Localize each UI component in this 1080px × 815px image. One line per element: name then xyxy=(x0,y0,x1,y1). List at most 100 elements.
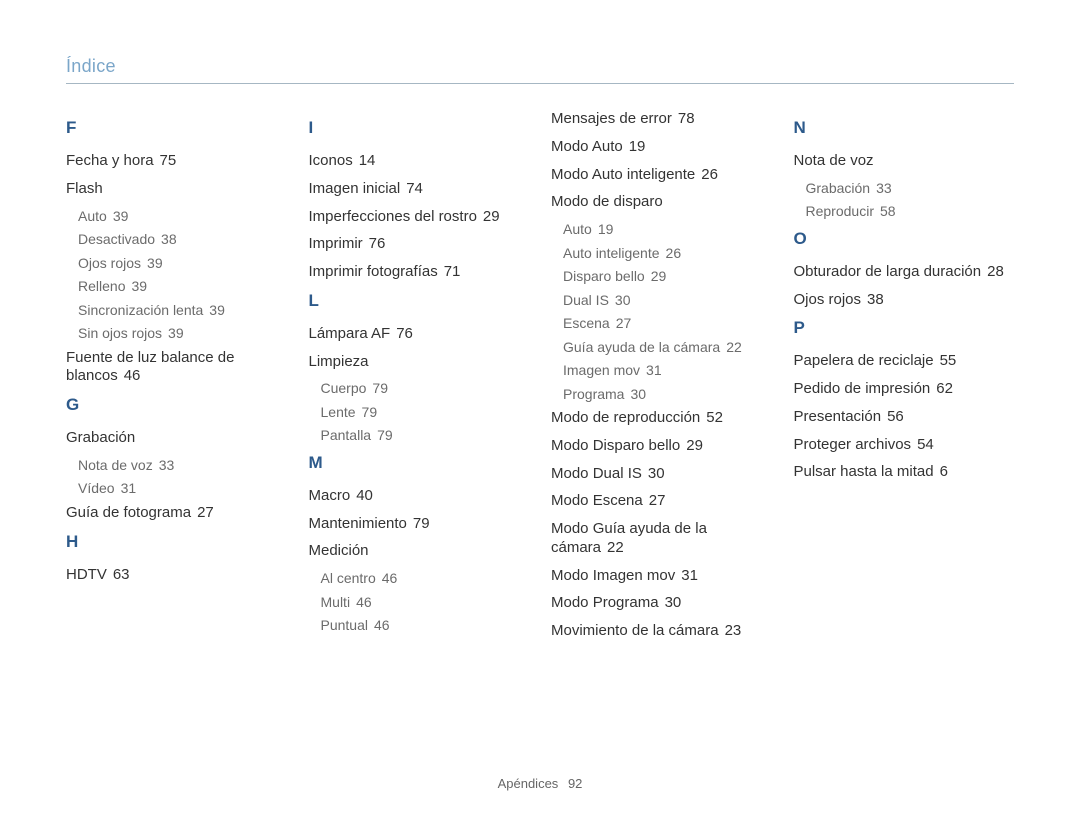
index-entry: Papelera de reciclaje55 xyxy=(794,352,1015,371)
index-subentry: Sin ojos rojos39 xyxy=(78,325,287,343)
index-subentry: Puntual46 xyxy=(321,617,530,635)
subentry-page: 58 xyxy=(880,203,896,219)
section-letter: H xyxy=(66,532,287,552)
title-rule xyxy=(66,83,1014,84)
section-letter: N xyxy=(794,118,1015,138)
entry-page: 29 xyxy=(686,437,703,454)
entry-label: Guía de fotograma xyxy=(66,504,191,521)
index-entry: Lámpara AF 76 xyxy=(309,325,530,344)
subentry-label: Desactivado xyxy=(78,231,155,247)
entry-label: Modo Programa xyxy=(551,594,659,611)
section-letter: F xyxy=(66,118,287,138)
entry-label: Modo Dual IS xyxy=(551,465,642,482)
subentry-page: 46 xyxy=(374,617,390,633)
entry-label: Lámpara AF xyxy=(309,325,391,342)
entry-page: 28 xyxy=(987,263,1004,280)
entry-page: 26 xyxy=(701,166,718,183)
index-subentry: Relleno39 xyxy=(78,278,287,296)
entry-page: 31 xyxy=(681,567,698,584)
entry-page: 78 xyxy=(678,110,695,127)
subentry-page: 39 xyxy=(147,255,163,271)
index-subentry: Disparo bello 29 xyxy=(563,268,772,286)
subentry-page: 31 xyxy=(121,480,137,496)
subentry-page: 46 xyxy=(382,570,398,586)
entry-label: Grabación xyxy=(66,429,135,446)
index-subentry: Programa30 xyxy=(563,386,772,404)
index-entry: Modo Imagen mov31 xyxy=(551,567,772,586)
subentry-page: 79 xyxy=(372,380,388,396)
subentry-page: 39 xyxy=(113,208,129,224)
entry-label: Fecha y hora xyxy=(66,152,154,169)
index-subentry: Lente79 xyxy=(321,404,530,422)
page-title: Índice xyxy=(66,56,1014,83)
entry-label: Obturador de larga duración xyxy=(794,263,982,280)
index-entry: Macro40 xyxy=(309,487,530,506)
entry-page: 30 xyxy=(665,594,682,611)
footer-page: 92 xyxy=(568,776,582,791)
section-letter: P xyxy=(794,318,1015,338)
entry-label: Modo Auto inteligente xyxy=(551,166,695,183)
entry-page: 29 xyxy=(483,208,500,225)
subentry-label: Reproducir xyxy=(806,203,874,219)
subentry-label: Disparo bello xyxy=(563,268,645,284)
index-column: FFecha y hora75FlashAuto39Desactivado38O… xyxy=(66,110,287,650)
section-letter: M xyxy=(309,453,530,473)
entry-page: 76 xyxy=(396,325,413,342)
entry-page: 71 xyxy=(444,263,461,280)
entry-label: HDTV xyxy=(66,566,107,583)
subentry-label: Cuerpo xyxy=(321,380,367,396)
index-subentry: Imagen mov31 xyxy=(563,362,772,380)
subentry-page: 30 xyxy=(615,292,631,308)
index-entry: Modo Escena27 xyxy=(551,492,772,511)
subentry-page: 79 xyxy=(377,427,393,443)
subentry-page: 33 xyxy=(159,457,175,473)
index-entry: Mensajes de error78 xyxy=(551,110,772,129)
entry-label: Imagen inicial xyxy=(309,180,401,197)
subentry-label: Grabación xyxy=(806,180,871,196)
entry-label: Papelera de reciclaje xyxy=(794,352,934,369)
entry-page: 62 xyxy=(936,380,953,397)
section-letter: L xyxy=(309,291,530,311)
index-subentry: Cuerpo 79 xyxy=(321,380,530,398)
entry-page: 19 xyxy=(629,138,646,155)
index-column: Mensajes de error78Modo Auto19Modo Auto … xyxy=(551,110,772,650)
entry-label: Imprimir fotografías xyxy=(309,263,438,280)
index-entry: HDTV 63 xyxy=(66,566,287,585)
subentry-page: 38 xyxy=(161,231,177,247)
subentry-page: 39 xyxy=(168,325,184,341)
index-subentry: Al centro46 xyxy=(321,570,530,588)
index-entry: Pedido de impresión62 xyxy=(794,380,1015,399)
subentry-page: 46 xyxy=(356,594,372,610)
subentry-label: Nota de voz xyxy=(78,457,153,473)
entry-page: 63 xyxy=(113,566,130,583)
subentry-page: 39 xyxy=(209,302,225,318)
index-entry: Obturador de larga duración 28 xyxy=(794,263,1015,282)
section-letter: O xyxy=(794,229,1015,249)
index-entry: Modo Dual IS30 xyxy=(551,465,772,484)
subentry-page: 19 xyxy=(598,221,614,237)
subentry-label: Escena xyxy=(563,315,610,331)
entry-page: 27 xyxy=(197,504,214,521)
index-entry: Limpieza xyxy=(309,353,530,372)
entry-label: Presentación xyxy=(794,408,882,425)
entry-page: 38 xyxy=(867,291,884,308)
index-subentry: Ojos rojos 39 xyxy=(78,255,287,273)
index-subentry: Auto 39 xyxy=(78,208,287,226)
index-subentry: Pantalla79 xyxy=(321,427,530,445)
subentry-page: 29 xyxy=(651,268,667,284)
index-entry: Medición xyxy=(309,542,530,561)
index-column: IIconos14Imagen inicial74Imperfecciones … xyxy=(309,110,530,650)
index-entry: Fecha y hora75 xyxy=(66,152,287,171)
subentry-page: 27 xyxy=(616,315,632,331)
entry-label: Pulsar hasta la mitad xyxy=(794,463,934,480)
subentry-page: 30 xyxy=(630,386,646,402)
subentry-label: Auto xyxy=(78,208,107,224)
entry-page: 40 xyxy=(356,487,373,504)
subentry-label: Relleno xyxy=(78,278,125,294)
subentry-label: Auto xyxy=(563,221,592,237)
index-columns: FFecha y hora75FlashAuto39Desactivado38O… xyxy=(66,110,1014,650)
entry-label: Modo de reproducción xyxy=(551,409,700,426)
subentry-label: Ojos rojos xyxy=(78,255,141,271)
entry-page: 22 xyxy=(607,539,624,556)
index-entry: Modo Disparo bello29 xyxy=(551,437,772,456)
